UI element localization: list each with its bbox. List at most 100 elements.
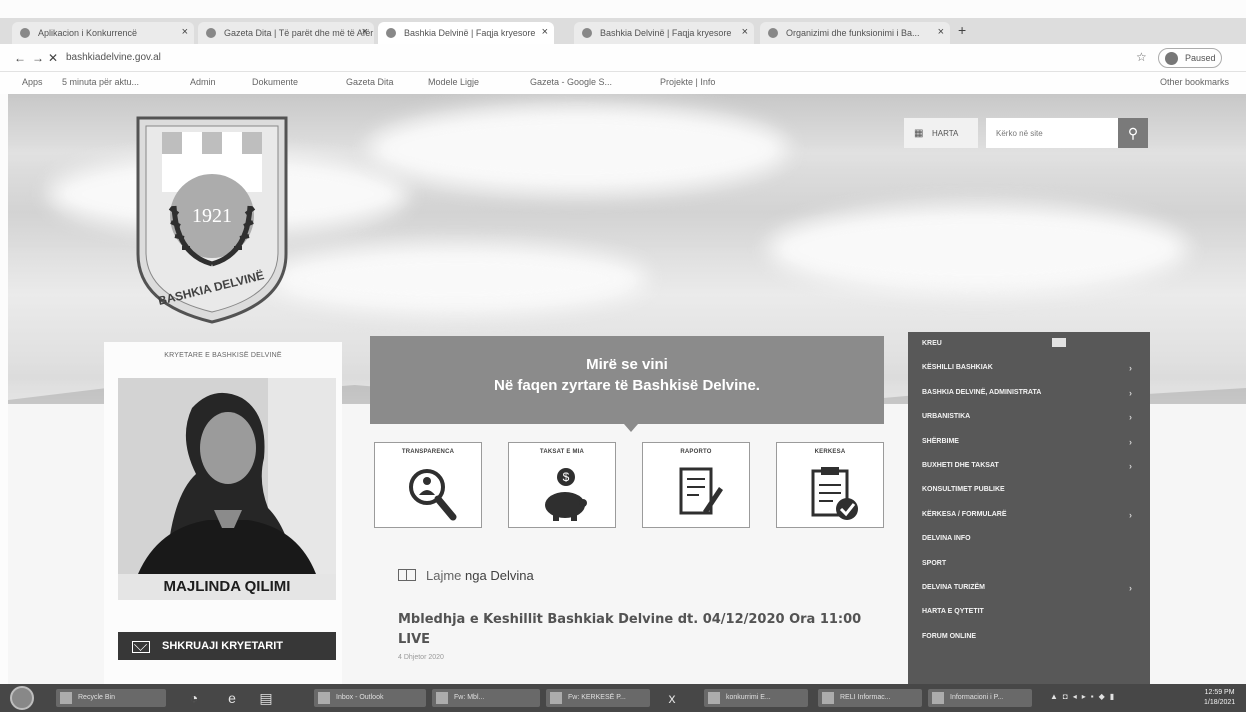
profile-button[interactable]: Paused [1158, 48, 1222, 68]
service-label: KERKESA [814, 449, 846, 455]
nav-label: KËSHILLI BASHKIAK [922, 364, 993, 372]
excel-icon[interactable]: x [662, 689, 682, 707]
forward-icon[interactable]: → [32, 51, 44, 65]
start-button[interactable] [10, 686, 34, 710]
clock-date: 1/18/2021 [1204, 699, 1236, 706]
magnifier-icon [409, 469, 457, 521]
nav-item-home[interactable]: KREU [908, 332, 1150, 356]
browser-icon[interactable]: e [222, 689, 242, 707]
mayor-photo [118, 378, 336, 574]
taskbar-item[interactable]: RELI Informac... [818, 689, 922, 707]
other-bookmarks[interactable]: Other bookmarks [1160, 77, 1229, 87]
bookmark-item[interactable]: Admin [190, 77, 216, 87]
browser-tab-active[interactable]: Bashkia Delvinë | Faqja kryesore × [378, 22, 554, 44]
taskbar-item[interactable]: Recycle Bin [56, 689, 166, 707]
new-tab-button[interactable]: + [958, 22, 966, 38]
taskbar-item[interactable]: Inbox - Outlook [314, 689, 426, 707]
bookmark-item[interactable]: Dokumente [252, 77, 298, 87]
bookmarks-bar: Apps 5 minuta për aktu... Admin Dokument… [0, 72, 1246, 94]
welcome-subtitle: Në faqen zyrtare të Bashkisë Delvine. [494, 377, 760, 394]
address-bar: ← → ✕ bashkiadelvine.gov.al ☆ Paused [0, 44, 1246, 72]
clock[interactable]: 12:59 PM 1/18/2021 [1204, 688, 1235, 708]
folder-icon[interactable]: ◔ [184, 689, 204, 707]
search-icon: ⚲ [1127, 125, 1139, 141]
clock-time: 12:59 PM [1204, 689, 1235, 696]
close-icon[interactable]: × [362, 26, 368, 38]
nav-item-consultations[interactable]: KONSULTIMET PUBLIKE [908, 478, 1150, 502]
nav-item-requests[interactable]: KËRKESA / FORMULARË › [908, 503, 1150, 527]
nav-item-tourism[interactable]: DELVINA TURIZËM › [908, 576, 1150, 600]
nav-item-urbanism[interactable]: URBANISTIKA › [908, 405, 1150, 429]
nav-item-services[interactable]: SHËRBIME › [908, 430, 1150, 454]
nav-item-city-map[interactable]: HARTA E QYTETIT [908, 600, 1150, 624]
browser-tab[interactable]: Aplikacion i Konkurrencë × [12, 22, 194, 44]
nav-label: KONSULTIMET PUBLIKE [922, 486, 1005, 494]
write-to-mayor-button[interactable]: SHKRUAJI KRYETARIT [118, 632, 336, 660]
mayor-card: KRYETARE E BASHKISË DELVINË MAJLINDA QIL… [104, 342, 342, 684]
favicon-icon [386, 28, 396, 38]
nav-item-budget[interactable]: BUXHETI DHE TAKSAT › [908, 454, 1150, 478]
star-icon[interactable]: ☆ [1136, 50, 1147, 64]
news-article-link[interactable]: Mbledhja e Keshillit Bashkiak Delvine dt… [398, 610, 868, 650]
taskbar-label: RELI Informac... [840, 694, 891, 701]
close-icon[interactable]: × [182, 26, 188, 38]
service-report[interactable]: RAPORTO [642, 442, 750, 528]
bookmark-item[interactable]: Modele Ligje [428, 77, 479, 87]
bookmark-item[interactable]: Apps [22, 77, 43, 87]
flag-icon[interactable] [1052, 338, 1066, 347]
url-field[interactable]: bashkiadelvine.gov.al [66, 52, 161, 63]
cloud [268, 244, 648, 314]
search-input[interactable] [986, 118, 1118, 148]
nav-item-info[interactable]: DELVINA INFO [908, 527, 1150, 551]
favicon-icon [20, 28, 30, 38]
back-icon[interactable]: ← [14, 51, 26, 65]
browser-tab[interactable]: Organizimi dhe funksionimi i Ba... × [760, 22, 950, 44]
news-heading-prefix: Lajme [426, 568, 462, 583]
map-button[interactable]: ▦ HARTA [904, 118, 978, 148]
taskbar-item[interactable]: Informacioni i P... [928, 689, 1032, 707]
nav-item-forum[interactable]: FORUM ONLINE [908, 625, 1150, 649]
nav-label: BASHKIA DELVINË, ADMINISTRATA [922, 388, 1042, 396]
nav-label: URBANISTIKA [922, 413, 971, 421]
nav-item-council[interactable]: KËSHILLI BASHKIAK › [908, 356, 1150, 380]
mayor-name: MAJLINDA QILIMI [118, 574, 336, 600]
bookmark-item[interactable]: Gazeta - Google S... [530, 77, 612, 87]
nav-item-sport[interactable]: SPORT [908, 552, 1150, 576]
close-icon[interactable]: × [938, 26, 944, 38]
logo-year: 1921 [192, 205, 232, 227]
bookmark-item[interactable]: Projekte | Info [660, 77, 715, 87]
app-icon [550, 692, 562, 704]
browser-tab[interactable]: Gazeta Dita | Të parët dhe më të Afër × [198, 22, 374, 44]
taskbar-item[interactable]: Fw: KERKESË P... [546, 689, 650, 707]
bookmark-item[interactable]: Gazeta Dita [346, 77, 394, 87]
bookmark-item[interactable]: 5 minuta për aktu... [62, 77, 139, 87]
avatar [1165, 52, 1178, 65]
favicon-icon [768, 28, 778, 38]
taskbar-label: Inbox - Outlook [336, 694, 384, 701]
close-icon[interactable]: ✕ [48, 51, 58, 65]
search-button[interactable]: ⚲ [1118, 118, 1148, 148]
service-transparency[interactable]: TRANSPARENCA [374, 442, 482, 528]
favicon-icon [582, 28, 592, 38]
nav-item-administration[interactable]: BASHKIA DELVINË, ADMINISTRATA › [908, 381, 1150, 405]
app-icon [822, 692, 834, 704]
municipality-logo[interactable]: 1921 BASHKIA DELVINË [134, 114, 290, 331]
close-icon[interactable]: × [542, 26, 548, 38]
service-my-taxes[interactable]: TAKSAT E MIA $ [508, 442, 616, 528]
service-label: TRANSPARENCA [401, 449, 455, 455]
app-icon [708, 692, 720, 704]
document-edit-icon [679, 467, 723, 515]
taskbar-label: Fw: KERKESË P... [568, 694, 626, 701]
close-icon[interactable]: × [742, 26, 748, 38]
taskbar-item[interactable]: konkurrimi E... [704, 689, 808, 707]
taskbar-label: Fw: Mbl... [454, 694, 485, 701]
nav-label: KREU [922, 340, 942, 347]
service-requests[interactable]: KERKESA [776, 442, 884, 528]
windows-taskbar: Recycle Bin ◔ e ▤ Inbox - Outlook Fw: Mb… [0, 684, 1246, 712]
taskbar-label: konkurrimi E... [726, 694, 771, 701]
web-page: 1921 BASHKIA DELVINË ▦ HARTA ⚲ KRYETARE … [8, 94, 1246, 684]
taskbar-item[interactable]: Fw: Mbl... [432, 689, 540, 707]
system-tray-icons[interactable]: ▲◘◂▸▪◆▮ [1050, 692, 1119, 701]
explorer-icon[interactable]: ▤ [256, 689, 276, 707]
browser-tab[interactable]: Bashkia Delvinë | Faqja kryesore × [574, 22, 754, 44]
